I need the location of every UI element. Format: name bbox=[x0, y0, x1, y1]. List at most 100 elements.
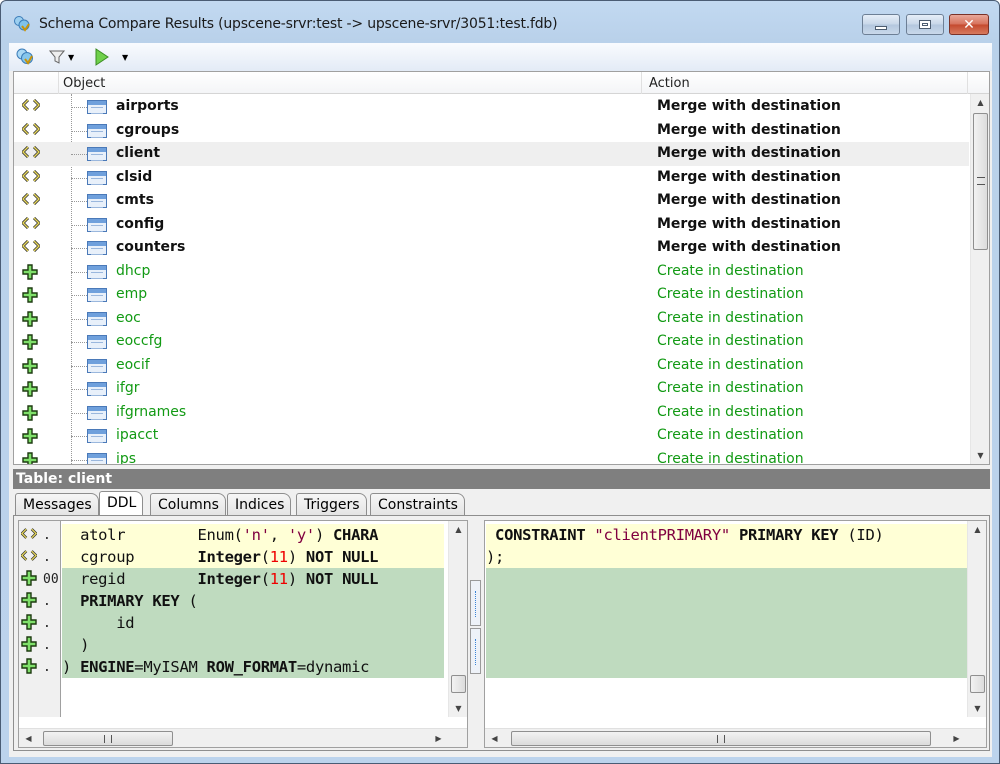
table-row[interactable]: counters Merge with destination bbox=[14, 236, 969, 260]
source-vertical-scrollbar[interactable]: ▲ ▼ bbox=[448, 521, 467, 717]
scroll-thumb[interactable] bbox=[511, 731, 931, 746]
merge-icon bbox=[20, 216, 42, 231]
add-icon bbox=[21, 569, 39, 589]
tree-connector bbox=[71, 177, 87, 179]
action-label: Create in destination bbox=[657, 262, 804, 279]
column-header-action[interactable]: Action bbox=[649, 76, 690, 91]
close-button[interactable]: ✕ bbox=[949, 14, 989, 35]
run-button[interactable]: ▼ bbox=[94, 46, 128, 68]
tree-connector bbox=[71, 318, 87, 320]
vertical-scrollbar[interactable]: ▲ ▼ bbox=[970, 94, 989, 464]
schema-compare-icon bbox=[14, 16, 30, 32]
object-name: airports bbox=[116, 98, 179, 114]
tab-triggers[interactable]: Triggers bbox=[296, 493, 367, 515]
sync-right-button[interactable] bbox=[470, 628, 481, 674]
table-icon bbox=[87, 452, 107, 464]
action-label: Create in destination bbox=[657, 286, 804, 302]
table-row[interactable]: ipacct Create in destination bbox=[14, 424, 969, 448]
table-row[interactable]: emp Create in destination bbox=[14, 283, 969, 307]
add-icon bbox=[22, 451, 40, 464]
merge-icon bbox=[20, 122, 42, 137]
table-row[interactable]: cgroups Merge with destination bbox=[14, 119, 969, 143]
table-row[interactable]: clsid Merge with destination bbox=[14, 166, 969, 190]
filter-button[interactable]: ▼ bbox=[49, 46, 74, 68]
action-label: Create in destination bbox=[657, 380, 804, 396]
title-bar[interactable]: Schema Compare Results (upscene-srvr:tes… bbox=[1, 1, 999, 43]
filter-icon bbox=[49, 50, 65, 64]
table-icon bbox=[87, 100, 107, 114]
target-horizontal-scrollbar[interactable]: ◀ ▶ bbox=[485, 728, 986, 747]
tree-connector bbox=[71, 412, 87, 414]
scroll-up-icon[interactable]: ▲ bbox=[971, 94, 990, 111]
add-icon bbox=[21, 635, 39, 655]
sync-scroll-control[interactable] bbox=[470, 580, 481, 676]
source-horizontal-scrollbar[interactable]: ◀ ▶ bbox=[19, 728, 467, 747]
tree-connector bbox=[71, 130, 87, 132]
target-ddl-editor[interactable]: CONSTRAINT "clientPRIMARY" PRIMARY KEY (… bbox=[484, 520, 987, 748]
tab-ddl[interactable]: DDL bbox=[99, 491, 144, 515]
table-icon bbox=[87, 382, 107, 396]
target-ddl-code[interactable]: CONSTRAINT "clientPRIMARY" PRIMARY KEY (… bbox=[486, 521, 967, 717]
table-row[interactable]: cmts Merge with destination bbox=[14, 189, 969, 213]
sync-left-button[interactable] bbox=[470, 580, 481, 626]
tab-columns[interactable]: Columns bbox=[150, 493, 226, 515]
object-name: config bbox=[116, 215, 165, 232]
ddl-panel: .. 00.... atolr Enum('n', 'y') CHARA cgro… bbox=[13, 515, 990, 751]
table-icon bbox=[87, 429, 107, 443]
column-header-object[interactable]: Object bbox=[63, 76, 105, 91]
tree-connector bbox=[71, 107, 87, 108]
add-icon bbox=[22, 404, 40, 421]
compare-button[interactable] bbox=[15, 46, 35, 68]
source-ddl-editor[interactable]: .. 00.... atolr Enum('n', 'y') CHARA cgro… bbox=[18, 520, 468, 748]
scroll-thumb[interactable] bbox=[973, 113, 988, 250]
scroll-down-icon[interactable]: ▼ bbox=[968, 700, 987, 717]
minimize-button[interactable] bbox=[862, 14, 900, 35]
diff-gutter: .. 00.... bbox=[19, 521, 61, 717]
target-vertical-scrollbar[interactable]: ▲ ▼ bbox=[967, 521, 986, 717]
window-title: Schema Compare Results (upscene-srvr:tes… bbox=[39, 16, 558, 32]
scroll-left-icon[interactable]: ◀ bbox=[485, 730, 504, 747]
code-line bbox=[486, 568, 967, 590]
scroll-right-icon[interactable]: ▶ bbox=[947, 730, 966, 747]
table-row[interactable]: client Merge with destination bbox=[14, 142, 969, 166]
tab-messages[interactable]: Messages bbox=[15, 493, 99, 515]
table-row[interactable]: config Merge with destination bbox=[14, 213, 969, 237]
scroll-thumb[interactable] bbox=[451, 675, 466, 693]
maximize-button[interactable] bbox=[906, 14, 944, 35]
scroll-thumb[interactable] bbox=[970, 675, 985, 693]
source-ddl-code[interactable]: atolr Enum('n', 'y') CHARA cgroup Intege… bbox=[62, 521, 444, 717]
table-row[interactable]: ifgrnames Create in destination bbox=[14, 401, 969, 425]
table-row[interactable]: eoccfg Create in destination bbox=[14, 330, 969, 354]
merge-icon bbox=[20, 528, 39, 542]
line-marker: . bbox=[43, 659, 51, 675]
gutter-line: . bbox=[20, 546, 51, 568]
scroll-thumb[interactable] bbox=[43, 731, 173, 746]
table-row[interactable]: dhcp Create in destination bbox=[14, 260, 969, 284]
table-row[interactable]: eocif Create in destination bbox=[14, 354, 969, 378]
scroll-down-icon[interactable]: ▼ bbox=[971, 447, 990, 464]
scroll-right-icon[interactable]: ▶ bbox=[429, 730, 448, 747]
table-row[interactable]: ifgr Create in destination bbox=[14, 377, 969, 401]
action-label: Merge with destination bbox=[657, 121, 841, 138]
table-icon bbox=[87, 170, 107, 185]
object-name: client bbox=[116, 145, 161, 161]
tab-indices[interactable]: Indices bbox=[227, 493, 292, 515]
object-name: ips bbox=[116, 450, 137, 465]
table-row[interactable]: airports Merge with destination bbox=[14, 95, 969, 119]
action-label: Create in destination bbox=[657, 403, 804, 420]
scroll-left-icon[interactable]: ◀ bbox=[19, 730, 38, 747]
grid-header: Object Action bbox=[14, 72, 989, 94]
tree-connector bbox=[71, 459, 87, 461]
line-marker: . bbox=[43, 637, 51, 653]
object-name: cmts bbox=[116, 192, 154, 208]
table-row[interactable]: eoc Create in destination bbox=[14, 307, 969, 331]
table-icon bbox=[87, 264, 107, 279]
code-line bbox=[486, 612, 967, 634]
table-icon bbox=[87, 335, 107, 349]
tab-constraints[interactable]: Constraints bbox=[370, 493, 465, 515]
scroll-up-icon[interactable]: ▲ bbox=[449, 521, 468, 538]
scroll-down-icon[interactable]: ▼ bbox=[449, 700, 468, 717]
table-row[interactable]: ips Create in destination bbox=[14, 448, 969, 465]
action-label: Merge with destination bbox=[657, 215, 841, 232]
scroll-up-icon[interactable]: ▲ bbox=[968, 521, 987, 538]
